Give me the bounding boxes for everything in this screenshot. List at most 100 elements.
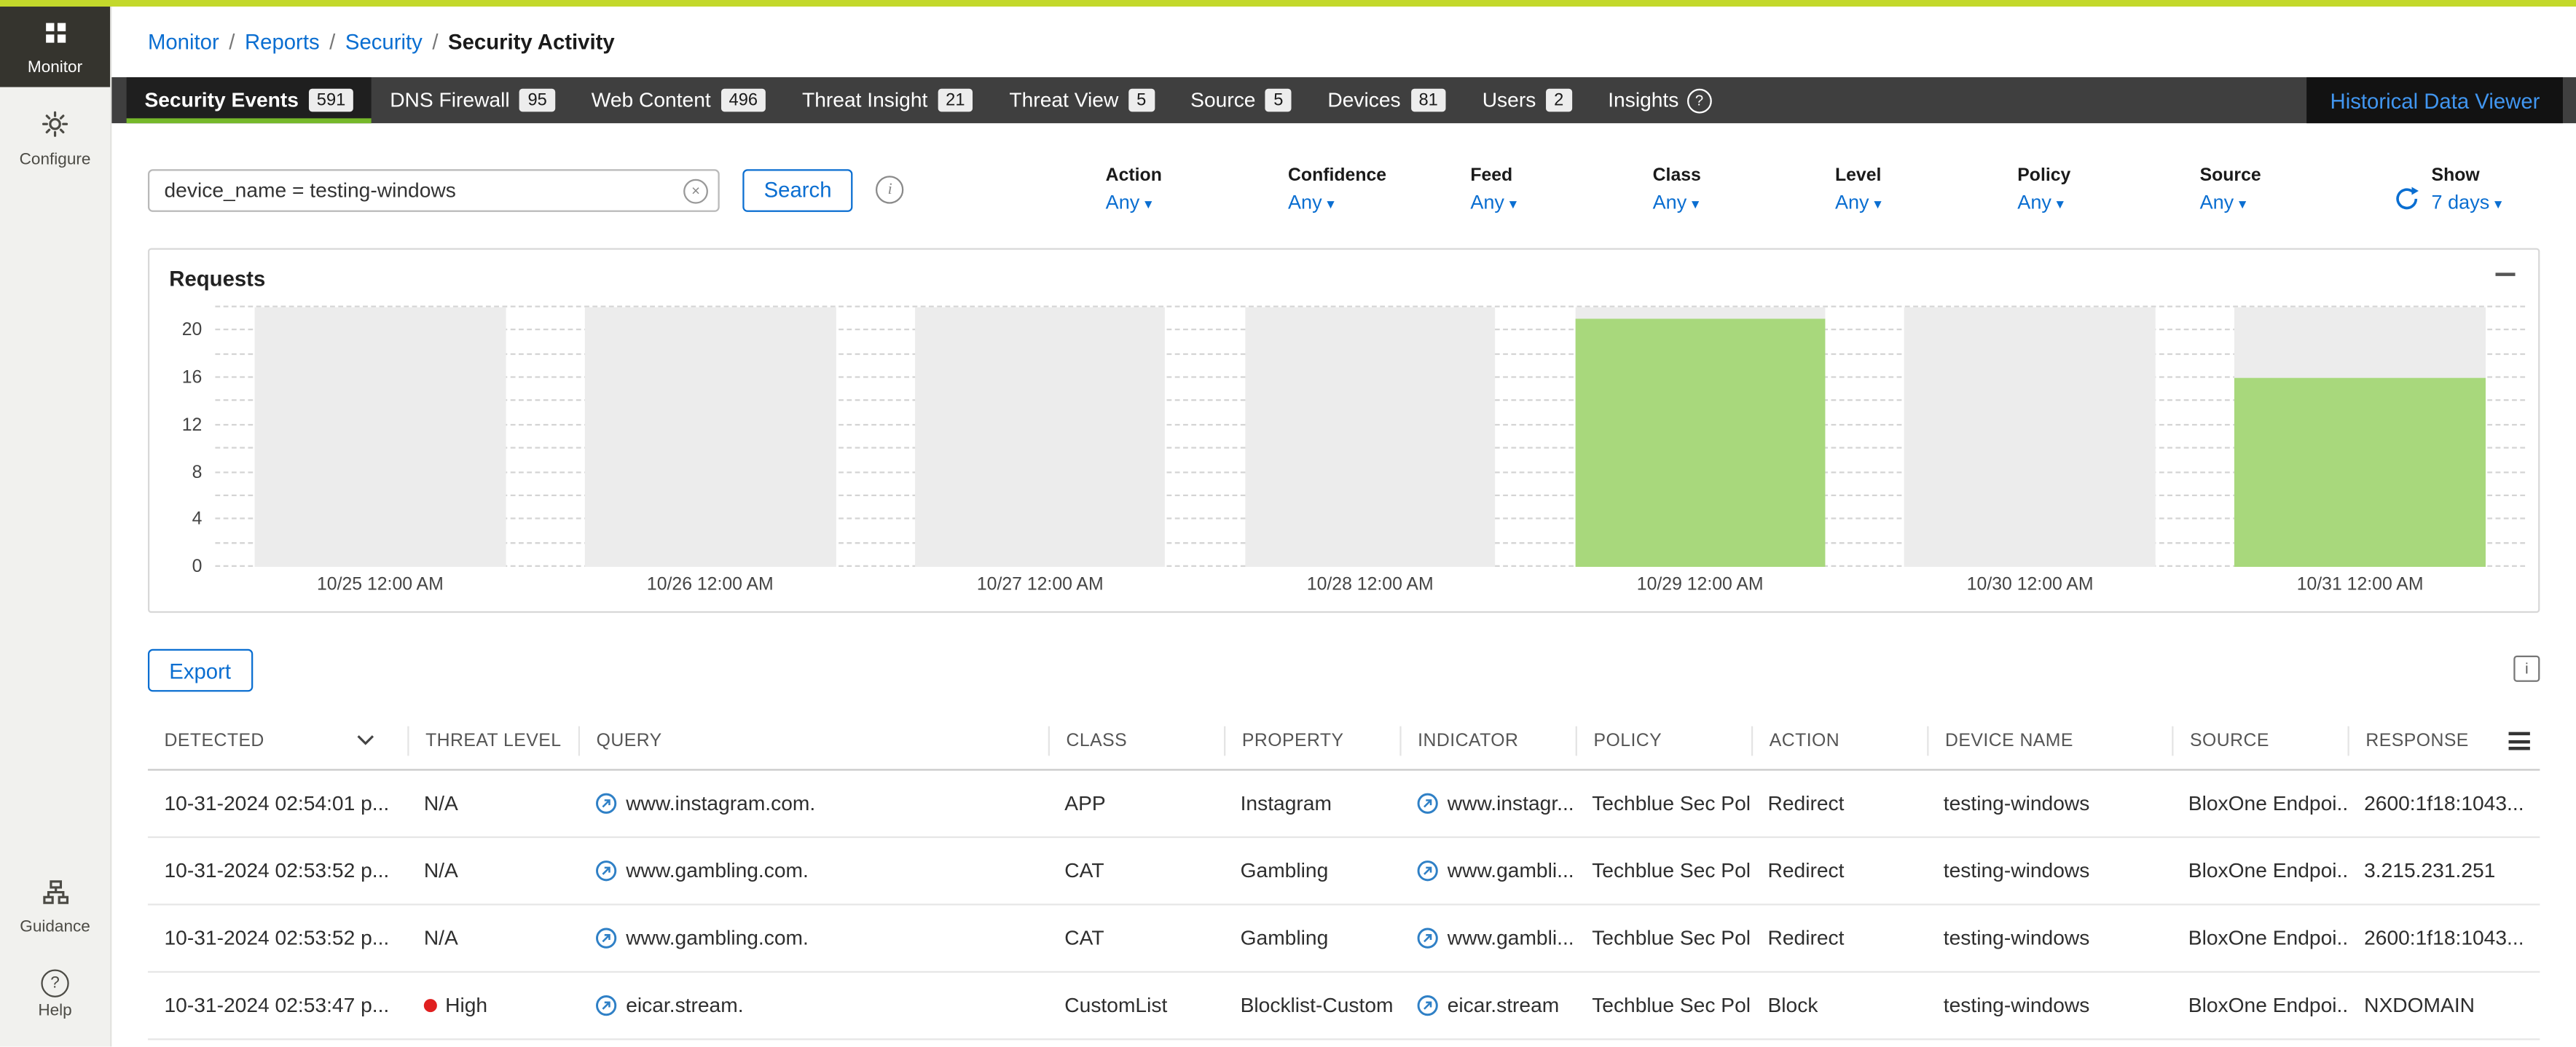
column-header-query[interactable]: QUERY	[578, 726, 1048, 756]
filter-value: Any	[2200, 191, 2234, 214]
filters: ActionAny▾ConfidenceAny▾FeedAny▾ClassAny…	[1106, 166, 2382, 213]
day-band	[585, 307, 836, 567]
gear-icon	[41, 110, 68, 146]
filter-label: Show	[2432, 166, 2540, 186]
column-settings-icon[interactable]	[2509, 732, 2530, 750]
cell-threat-level: N/A	[407, 927, 578, 950]
cell-class: APP	[1048, 792, 1224, 815]
search-button[interactable]: Search	[742, 168, 853, 211]
column-header-detected[interactable]: DETECTED	[148, 726, 407, 756]
sidebar-item-help[interactable]: ? Help	[0, 956, 110, 1030]
y-tick-label: 4	[192, 510, 203, 530]
breadcrumb-link-monitor[interactable]: Monitor	[148, 30, 219, 55]
lookup-icon[interactable]	[594, 994, 618, 1017]
tab-dns-firewall[interactable]: DNS Firewall95	[372, 77, 573, 123]
cell-property: Blocklist-Custom	[1224, 994, 1399, 1017]
cell-property: Gambling	[1224, 859, 1399, 882]
filter-feed-dropdown[interactable]: Any▾	[1470, 191, 1652, 214]
filter-level-dropdown[interactable]: Any▾	[1835, 191, 2017, 214]
breadcrumb-link-reports[interactable]: Reports	[245, 30, 320, 55]
filter-show-dropdown[interactable]: 7 days▾	[2432, 191, 2540, 214]
breadcrumb-link-security[interactable]: Security	[345, 30, 423, 55]
x-tick-label: 10/28 12:00 AM	[1205, 575, 1535, 595]
x-tick-label: 10/31 12:00 AM	[2195, 575, 2525, 595]
x-tick-label: 10/29 12:00 AM	[1535, 575, 1865, 595]
filter-confidence-dropdown[interactable]: Any▾	[1288, 191, 1470, 214]
historical-data-viewer-button[interactable]: Historical Data Viewer	[2307, 77, 2563, 123]
column-header-action[interactable]: ACTION	[1751, 726, 1927, 756]
column-header-threat-level[interactable]: THREAT LEVEL	[407, 726, 578, 756]
collapse-panel-icon[interactable]	[2495, 272, 2515, 276]
lookup-icon[interactable]	[1416, 927, 1440, 950]
cell-device-name: testing-windows	[1927, 792, 2172, 815]
tab-threat-view[interactable]: Threat View5	[991, 77, 1173, 123]
cell-class: CustomList	[1048, 994, 1224, 1017]
cell-policy: Techblue Sec Pol...	[1576, 792, 1751, 815]
tab-security-events[interactable]: Security Events591	[127, 77, 372, 123]
refresh-icon[interactable]	[2382, 185, 2432, 211]
table-row[interactable]: 10-31-2024 02:53:52 p...N/Awww.gambling.…	[148, 906, 2540, 973]
tab-web-content[interactable]: Web Content496	[573, 77, 784, 123]
cell-device-name: testing-windows	[1927, 994, 2172, 1017]
lookup-icon[interactable]	[594, 927, 618, 950]
table-body: 10-31-2024 02:54:01 p...N/Awww.instagram…	[148, 771, 2540, 1040]
table-info-icon[interactable]: i	[2513, 656, 2540, 682]
tab-count-badge: 5	[1128, 89, 1155, 112]
filter-source-dropdown[interactable]: Any▾	[2200, 191, 2382, 214]
cell-response: 2600:1f18:1043...	[2348, 927, 2540, 950]
tab-devices[interactable]: Devices81	[1310, 77, 1464, 123]
tab-source[interactable]: Source5	[1172, 77, 1309, 123]
cell-response: 3.215.231.251	[2348, 859, 2540, 882]
column-header-policy[interactable]: POLICY	[1576, 726, 1751, 756]
help-circle-icon: ?	[1687, 88, 1712, 113]
filter-policy-dropdown[interactable]: Any▾	[2017, 191, 2199, 214]
cell-property: Gambling	[1224, 927, 1399, 950]
cell-threat-level: N/A	[407, 792, 578, 815]
cell-threat-level: N/A	[407, 859, 578, 882]
requests-panel-title: Requests	[149, 250, 2538, 294]
tab-label: Web Content	[592, 89, 711, 112]
table-row[interactable]: 10-31-2024 02:53:52 p...N/Awww.gambling.…	[148, 838, 2540, 905]
tab-threat-insight[interactable]: Threat Insight21	[784, 77, 991, 123]
cell-source: BloxOne Endpoi...	[2172, 859, 2347, 882]
tab-insights[interactable]: Insights?	[1590, 77, 1729, 123]
search-filter-row: × Search i ActionAny▾ConfidenceAny▾FeedA…	[148, 166, 2540, 213]
lookup-icon[interactable]	[594, 792, 618, 815]
search-info-icon[interactable]: i	[876, 176, 903, 203]
sidebar-item-monitor[interactable]: Monitor	[0, 7, 110, 87]
lookup-icon[interactable]	[1416, 994, 1440, 1017]
column-header-class[interactable]: CLASS	[1048, 726, 1224, 756]
tab-users[interactable]: Users2	[1464, 77, 1590, 123]
sidebar-item-configure[interactable]: Configure	[0, 97, 110, 179]
sidebar-item-guidance[interactable]: Guidance	[0, 866, 110, 946]
grid-icon	[42, 20, 68, 54]
lookup-icon[interactable]	[1416, 859, 1440, 882]
cell-class: CAT	[1048, 927, 1224, 950]
filter-confidence: Confidence Any▾	[1288, 166, 1470, 213]
breadcrumb-separator: /	[329, 30, 335, 55]
cell-indicator: www.instagr...	[1399, 792, 1575, 815]
search-input[interactable]	[148, 168, 720, 211]
filter-policy: PolicyAny▾	[2017, 166, 2199, 213]
y-tick-label: 16	[182, 368, 203, 388]
column-header-indicator[interactable]: INDICATOR	[1399, 726, 1575, 756]
filter-class-dropdown[interactable]: Any▾	[1653, 191, 1835, 214]
lookup-icon[interactable]	[594, 859, 618, 882]
clear-search-icon[interactable]: ×	[683, 179, 708, 203]
cell-policy: Techblue Sec Pol...	[1576, 859, 1751, 882]
table-row[interactable]: 10-31-2024 02:54:01 p...N/Awww.instagram…	[148, 771, 2540, 838]
tab-count-badge: 5	[1265, 89, 1292, 112]
cell-policy: Techblue Sec Pol...	[1576, 994, 1751, 1017]
breadcrumb: Monitor / Reports / Security / Security …	[111, 7, 2576, 77]
filter-action-dropdown[interactable]: Any▾	[1106, 191, 1288, 214]
query-text: www.instagram.com.	[626, 792, 815, 815]
table-row[interactable]: 10-31-2024 02:53:47 p...Higheicar.stream…	[148, 973, 2540, 1040]
column-header-source[interactable]: SOURCE	[2172, 726, 2347, 756]
filter-label: Confidence	[1288, 166, 1470, 186]
chevron-down-icon: ▾	[2494, 195, 2502, 212]
lookup-icon[interactable]	[1416, 792, 1440, 815]
column-header-property[interactable]: PROPERTY	[1224, 726, 1399, 756]
export-button[interactable]: Export	[148, 649, 252, 692]
sidebar: Monitor Configure	[0, 0, 111, 1046]
column-header-device-name[interactable]: DEVICE NAME	[1927, 726, 2172, 756]
